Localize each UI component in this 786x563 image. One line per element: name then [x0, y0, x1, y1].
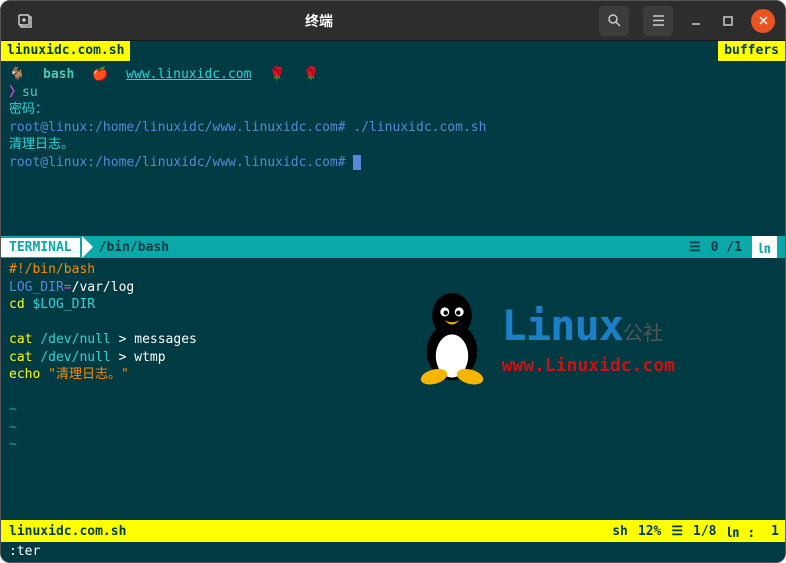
empty-line: ~ — [9, 401, 777, 419]
hamburger-icon: ☰ — [671, 524, 683, 539]
apple-icon: 🍎 — [92, 67, 108, 82]
watermark-linux: Linux — [502, 301, 623, 350]
cursor — [353, 155, 361, 170]
minimize-button[interactable] — [687, 12, 705, 30]
status-percent: 12% — [638, 524, 661, 539]
separator-icon — [82, 236, 93, 258]
status-path: /bin/bash — [93, 240, 175, 255]
maximize-button[interactable] — [719, 12, 737, 30]
watermark-gongsi: 公社 — [623, 321, 663, 345]
tux-icon — [407, 288, 497, 388]
status-col: 1 — [765, 522, 785, 541]
output-line: 清理日志。 — [9, 136, 777, 154]
editor-pane[interactable]: #!/bin/bash LOG_DIR=/var/log cd $LOG_DIR… — [1, 258, 785, 520]
close-button[interactable] — [751, 9, 775, 33]
rose-icon: 🌹 — [269, 67, 285, 82]
vim-cmdline[interactable]: :ter — [1, 542, 785, 562]
empty-line: ~ — [9, 436, 777, 454]
status-ln-label: ㏑ : — [727, 522, 756, 541]
mode-indicator: TERMINAL — [1, 238, 80, 257]
search-button[interactable] — [599, 6, 629, 36]
code-line: #!/bin/bash — [9, 261, 777, 279]
root-prompt-line: root@linux:/home/linuxidc/www.linuxidc.c… — [9, 154, 777, 172]
goat-icon: 🐐 — [9, 67, 25, 82]
watermark-url: www.Linuxidc.com — [502, 354, 675, 378]
su-line: 〉su — [9, 84, 777, 102]
new-tab-button[interactable] — [11, 7, 39, 35]
titlebar: 终端 — [1, 1, 785, 41]
statusline-bottom: linuxidc.com.sh sh 12% ☰ 1/8 ㏑ : 1 — [1, 520, 785, 542]
status-filename: linuxidc.com.sh — [1, 524, 134, 539]
prompt-url: www.linuxidc.com — [126, 67, 251, 82]
empty-line: ~ — [9, 419, 777, 437]
window-title: 终端 — [39, 11, 599, 31]
root-prompt-line: root@linux:/home/linuxidc/www.linuxidc.c… — [9, 119, 777, 137]
watermark: Linux公社 www.Linuxidc.com — [407, 288, 675, 388]
terminal-pane[interactable]: 🐐 bash 🍎 www.linuxidc.com 🌹 🌹 〉su 密码： ro… — [1, 61, 785, 236]
status-pos: 0 /1 — [711, 240, 742, 255]
hamburger-icon: ☰ — [689, 240, 701, 255]
tab-file[interactable]: linuxidc.com.sh — [1, 41, 130, 61]
terminal-content[interactable]: linuxidc.com.sh buffers 🐐 bash 🍎 www.lin… — [1, 41, 785, 562]
tab-buffers[interactable]: buffers — [718, 41, 785, 61]
terminal-window: 终端 linuxidc.com.sh buffers — [0, 0, 786, 563]
vim-tabline: linuxidc.com.sh buffers — [1, 41, 785, 61]
bash-label: bash — [43, 67, 74, 82]
prompt-line: 🐐 bash 🍎 www.linuxidc.com 🌹 🌹 — [9, 66, 777, 84]
line-indicator: ㏑ — [752, 236, 777, 259]
status-filetype: sh — [612, 524, 628, 539]
statusline-top: TERMINAL /bin/bash ☰ 0 /1 ㏑ — [1, 236, 785, 258]
status-line-pos: 1/8 — [693, 524, 716, 539]
password-prompt: 密码： — [9, 101, 777, 119]
menu-button[interactable] — [643, 6, 673, 36]
rose-icon: 🌹 — [303, 67, 319, 82]
